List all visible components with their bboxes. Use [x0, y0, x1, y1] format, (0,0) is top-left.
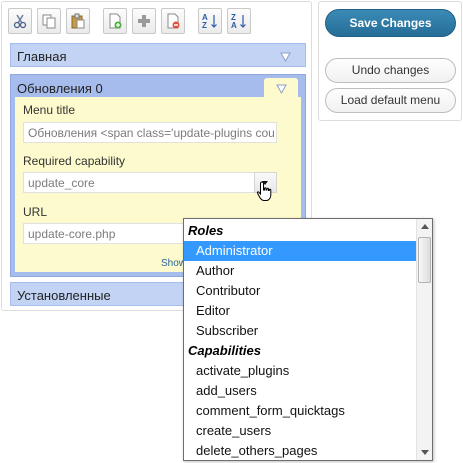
- menu-item-glavnaya[interactable]: Главная: [10, 43, 306, 67]
- menu-item-title: Установленные: [17, 288, 111, 303]
- cut-button[interactable]: [8, 8, 32, 34]
- roles-group-label: Roles: [188, 223, 224, 238]
- option-contributor[interactable]: Contributor: [184, 281, 416, 301]
- expand-toggle-icon[interactable]: [280, 50, 291, 63]
- svg-text:Z: Z: [202, 21, 207, 30]
- menu-item-title: Главная: [17, 49, 67, 64]
- actions-panel: Save Changes Undo changes Load default m…: [318, 1, 462, 121]
- delete-button[interactable]: [161, 8, 185, 34]
- load-default-menu-button[interactable]: Load default menu: [325, 88, 456, 113]
- new-separator-button[interactable]: [132, 8, 156, 34]
- capability-label: Required capability: [23, 154, 126, 168]
- menu-title-label: Menu title: [23, 103, 76, 117]
- capability-field[interactable]: update_core: [23, 172, 255, 193]
- url-label: URL: [23, 205, 48, 219]
- option-editor[interactable]: Editor: [184, 301, 416, 321]
- new-item-button[interactable]: [103, 8, 127, 34]
- new-item-icon: [107, 13, 123, 29]
- option-add-users[interactable]: add_users: [184, 381, 416, 401]
- sort-descending-button[interactable]: Z A: [227, 8, 251, 34]
- menu-item-title: Обновления 0: [17, 81, 103, 96]
- option-subscriber[interactable]: Subscriber: [184, 321, 416, 341]
- sort-descending-icon: Z A: [230, 12, 248, 30]
- paste-icon: [70, 13, 86, 29]
- collapse-toggle-icon: [276, 84, 287, 94]
- delete-icon: [165, 13, 181, 29]
- menu-title-field[interactable]: Обновления <span class='update-plugins c…: [23, 122, 277, 143]
- option-delete-others-pages[interactable]: delete_others_pages: [184, 441, 416, 460]
- undo-changes-button[interactable]: Undo changes: [325, 58, 456, 83]
- copy-button[interactable]: [37, 8, 61, 34]
- save-changes-button[interactable]: Save Changes: [325, 9, 456, 37]
- sort-ascending-icon: A Z: [201, 12, 219, 30]
- option-comment-form-quicktags[interactable]: comment_form_quicktags: [184, 401, 416, 421]
- hand-cursor-icon: [256, 181, 274, 206]
- scroll-up-arrow-icon[interactable]: [417, 219, 432, 234]
- cut-icon: [12, 13, 28, 29]
- option-author[interactable]: Author: [184, 261, 416, 281]
- scroll-thumb[interactable]: [418, 237, 431, 283]
- dropdown-scrollbar[interactable]: [416, 219, 432, 460]
- option-create-users[interactable]: create_users: [184, 421, 416, 441]
- option-administrator[interactable]: Administrator: [184, 241, 416, 261]
- new-separator-icon: [136, 13, 152, 29]
- capability-dropdown-list: Roles Administrator Author Contributor E…: [183, 218, 433, 461]
- capabilities-group-label: Capabilities: [188, 343, 261, 358]
- svg-text:A: A: [231, 21, 237, 30]
- option-activate-plugins[interactable]: activate_plugins: [184, 361, 416, 381]
- sort-ascending-button[interactable]: A Z: [198, 8, 222, 34]
- scroll-down-arrow-icon[interactable]: [417, 445, 432, 460]
- paste-button[interactable]: [66, 8, 90, 34]
- copy-icon: [41, 13, 57, 29]
- collapse-toggle[interactable]: [264, 78, 298, 98]
